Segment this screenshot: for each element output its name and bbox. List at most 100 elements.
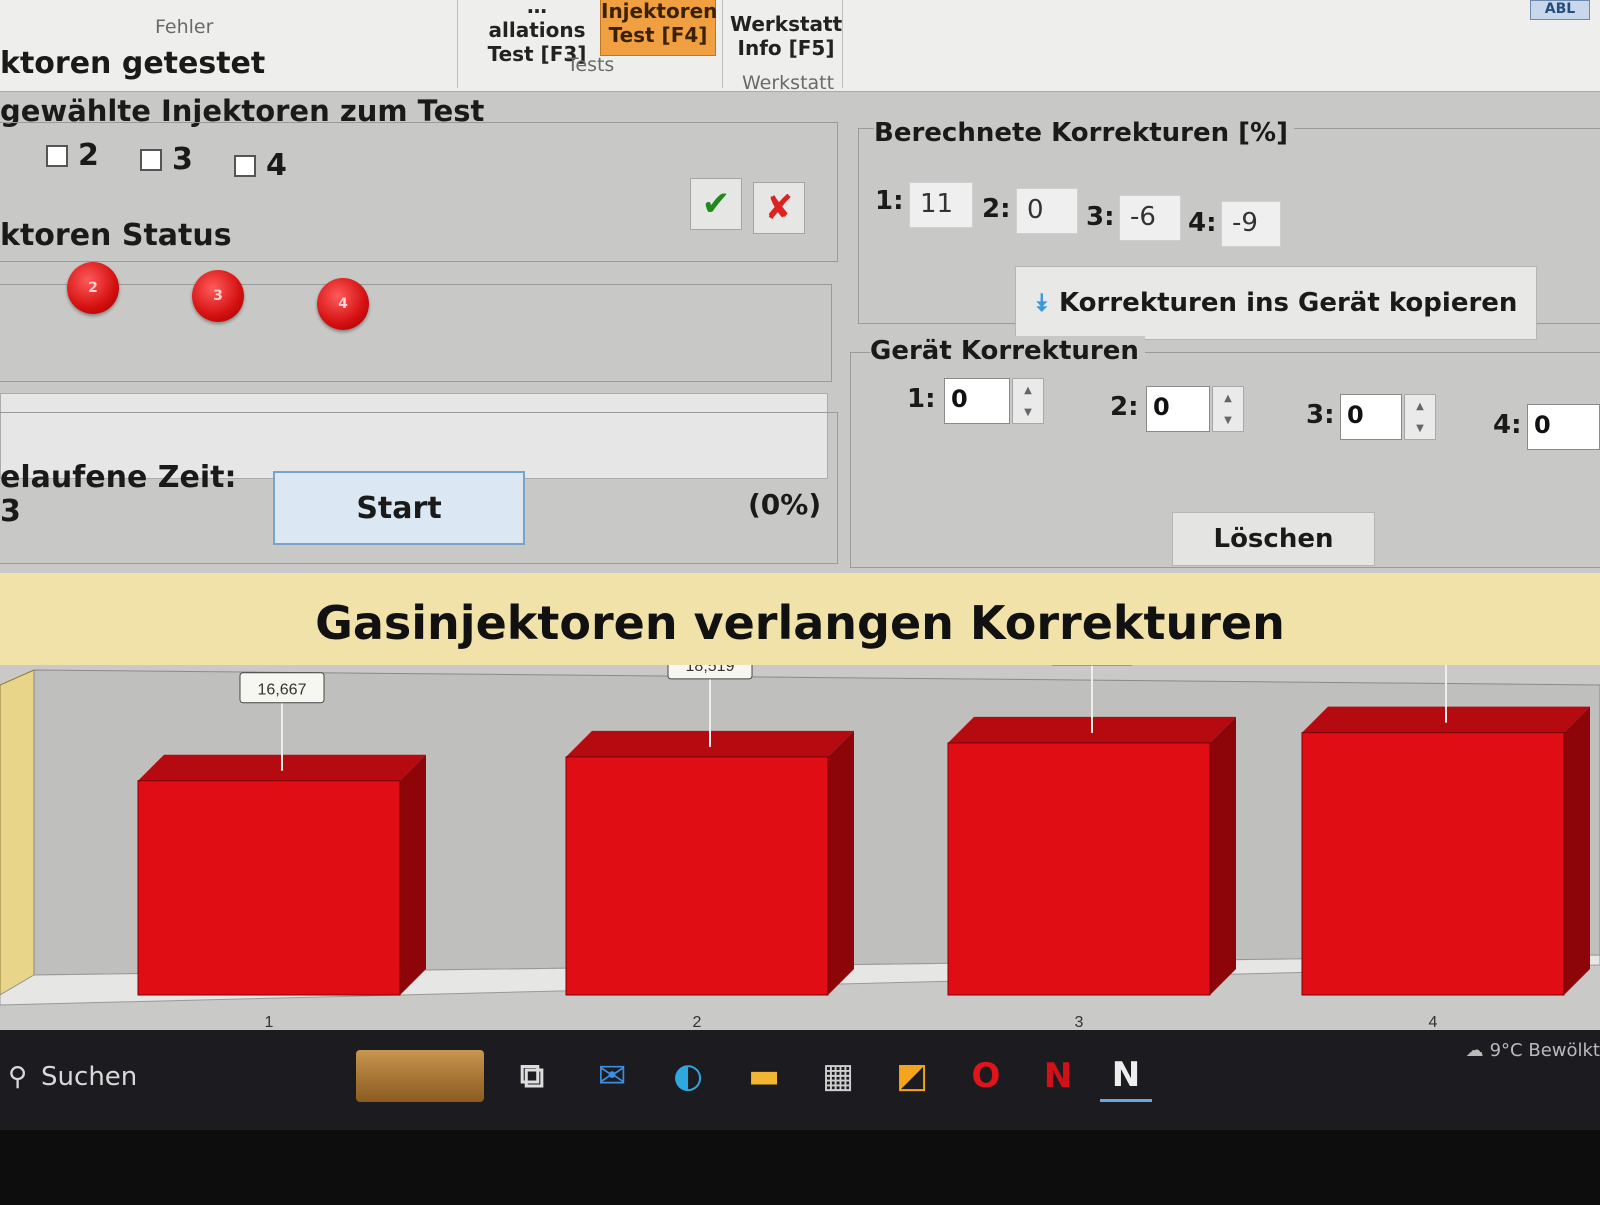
x-tick-label: 1 bbox=[265, 1014, 274, 1031]
calc-label: 3: bbox=[1086, 202, 1115, 232]
bar-side bbox=[828, 730, 854, 995]
folder-icon[interactable]: ▬ bbox=[738, 1050, 790, 1102]
device-label: 4: bbox=[1493, 410, 1522, 440]
data-label: 16,667 bbox=[258, 682, 307, 699]
search-icon: ⚲ bbox=[8, 1062, 28, 1092]
injektoren-test-label-bottom: Test [F4] bbox=[608, 23, 708, 47]
weather-text: 9°C Bewölkt bbox=[1489, 1040, 1600, 1061]
ribbon-group-werkstatt: Werkstatt bbox=[742, 72, 835, 94]
calc-value-field: 0 bbox=[1016, 188, 1078, 234]
ribbon-separator bbox=[842, 0, 843, 88]
notion-icon[interactable]: N bbox=[1100, 1050, 1152, 1102]
checkbox-box[interactable] bbox=[140, 148, 162, 171]
bar bbox=[947, 742, 1211, 996]
calculated-corrections-title: Berechnete Korrekturen [%] bbox=[874, 118, 1294, 148]
calc-label: 1: bbox=[875, 186, 904, 216]
device-correction-spinner[interactable]: ▲ ▼ bbox=[1212, 386, 1244, 432]
injektoren-test-button[interactable]: Injektoren Test [F4] bbox=[600, 0, 718, 56]
injector-4-checkbox[interactable]: 4 bbox=[234, 148, 287, 183]
injector-status-led: 2 bbox=[67, 262, 119, 314]
spin-up-icon[interactable]: ▲ bbox=[1213, 387, 1243, 409]
installations-test-label-top: …allations bbox=[488, 0, 586, 42]
status-banner: Gasinjektoren verlangen Korrekturen bbox=[0, 573, 1600, 673]
taskbar-search[interactable]: ⚲ Suchen bbox=[8, 1062, 137, 1092]
ribbon-group-fehler: Fehler bbox=[155, 16, 214, 38]
calc-value-field: -6 bbox=[1119, 195, 1181, 241]
start-button-label: Start bbox=[356, 490, 442, 526]
status-banner-text: Gasinjektoren verlangen Korrekturen bbox=[315, 596, 1285, 650]
injector-3-checkbox[interactable]: 3 bbox=[140, 142, 193, 177]
checkbox-label: 2 bbox=[78, 138, 99, 173]
ribbon-group-tests: Tests bbox=[567, 54, 615, 76]
weather-widget[interactable]: ☁ 9°C Bewölkt bbox=[1466, 1040, 1600, 1061]
calc-label: 4: bbox=[1188, 208, 1217, 238]
injectors-tested-heading: ktoren getestet bbox=[0, 46, 266, 81]
spin-down-icon[interactable]: ▼ bbox=[1013, 401, 1043, 423]
elapsed-time-label: elaufene Zeit: bbox=[0, 460, 237, 495]
bar bbox=[137, 780, 401, 996]
checkbox-label: 3 bbox=[172, 142, 193, 177]
spin-up-icon[interactable]: ▲ bbox=[1013, 379, 1043, 401]
status-group bbox=[0, 284, 832, 382]
spin-up-icon[interactable]: ▲ bbox=[1405, 395, 1435, 417]
checkbox-box[interactable] bbox=[234, 154, 256, 177]
x-tick-label: 2 bbox=[693, 1014, 702, 1031]
injectors-status-heading: ktoren Status bbox=[0, 218, 232, 253]
deselect-all-button[interactable]: ✘ bbox=[753, 182, 805, 234]
checkbox-label: 4 bbox=[266, 148, 287, 183]
device-correction-input[interactable]: 0 bbox=[944, 378, 1010, 424]
monitor-bezel bbox=[0, 1130, 1600, 1205]
copy-corrections-label: Korrekturen ins Gerät kopieren bbox=[1058, 288, 1518, 318]
injektoren-test-label-top: Injektoren bbox=[601, 0, 718, 23]
delete-button-label: Löschen bbox=[1213, 524, 1334, 554]
taskbar-search-label: Suchen bbox=[41, 1062, 138, 1092]
task-view-icon[interactable]: ⧉ bbox=[506, 1050, 558, 1102]
werkstatt-info-label-bottom: Info [F5] bbox=[737, 36, 835, 60]
bar-side bbox=[400, 754, 426, 995]
spin-down-icon[interactable]: ▼ bbox=[1213, 409, 1243, 431]
copy-corrections-button[interactable]: ⯯ Korrekturen ins Gerät kopieren bbox=[1015, 266, 1537, 340]
ribbon-corner-button[interactable]: ABL bbox=[1530, 0, 1590, 20]
select-all-button[interactable]: ✔ bbox=[690, 178, 742, 230]
werkstatt-info-button[interactable]: Werkstatt Info [F5] bbox=[730, 12, 842, 60]
progress-percent: (0%) bbox=[748, 488, 822, 521]
ribbon-separator bbox=[722, 0, 723, 88]
chart-left-wall bbox=[0, 669, 35, 996]
calc-label: 2: bbox=[982, 194, 1011, 224]
device-correction-input[interactable]: 0 bbox=[1340, 394, 1402, 440]
opera-icon[interactable]: O bbox=[960, 1050, 1012, 1102]
correction-chart: 16,667118,519219,608320,4084 bbox=[0, 624, 1600, 1035]
cloud-icon: ☁ bbox=[1465, 1040, 1484, 1061]
device-label: 1: bbox=[907, 384, 936, 414]
correction-chart-svg: 16,667118,519219,608320,4084 bbox=[0, 624, 1600, 1035]
x-tick-label: 3 bbox=[1075, 1014, 1084, 1031]
delete-button[interactable]: Löschen bbox=[1172, 512, 1375, 566]
cross-icon: ✘ bbox=[764, 188, 794, 228]
start-button[interactable]: Start bbox=[273, 471, 525, 545]
calc-value-field: -9 bbox=[1221, 201, 1281, 247]
checkbox-box[interactable] bbox=[46, 144, 68, 167]
x-tick-label: 4 bbox=[1429, 1014, 1438, 1031]
app-screen: Fehler …allations Test [F3] Injektoren T… bbox=[0, 0, 1600, 1205]
injector-2-checkbox[interactable]: 2 bbox=[46, 138, 99, 173]
checkmark-icon: ✔ bbox=[701, 184, 731, 224]
taskbar-app-icon[interactable] bbox=[356, 1050, 484, 1102]
calc-value-field: 11 bbox=[909, 182, 973, 228]
bar-side bbox=[1210, 716, 1236, 995]
device-corrections-title: Gerät Korrekturen bbox=[870, 336, 1145, 366]
edge-icon[interactable]: ◐ bbox=[662, 1050, 714, 1102]
device-correction-input[interactable]: 0 bbox=[1146, 386, 1210, 432]
spin-down-icon[interactable]: ▼ bbox=[1405, 417, 1435, 439]
arrow-down-icon: ⯯ bbox=[1034, 289, 1049, 317]
device-correction-input[interactable]: 0 bbox=[1527, 404, 1600, 450]
mail-icon[interactable]: ✉ bbox=[586, 1050, 638, 1102]
device-correction-spinner[interactable]: ▲ ▼ bbox=[1012, 378, 1044, 424]
device-correction-spinner[interactable]: ▲ ▼ bbox=[1404, 394, 1436, 440]
netflix-icon[interactable]: N bbox=[1032, 1050, 1084, 1102]
store-icon[interactable]: ▦ bbox=[812, 1050, 864, 1102]
device-label: 3: bbox=[1306, 400, 1335, 430]
injector-status-led: 4 bbox=[317, 278, 369, 330]
device-label: 2: bbox=[1110, 392, 1139, 422]
sticky-notes-icon[interactable]: ◩ bbox=[886, 1050, 938, 1102]
elapsed-time-value: 3 bbox=[0, 494, 21, 529]
